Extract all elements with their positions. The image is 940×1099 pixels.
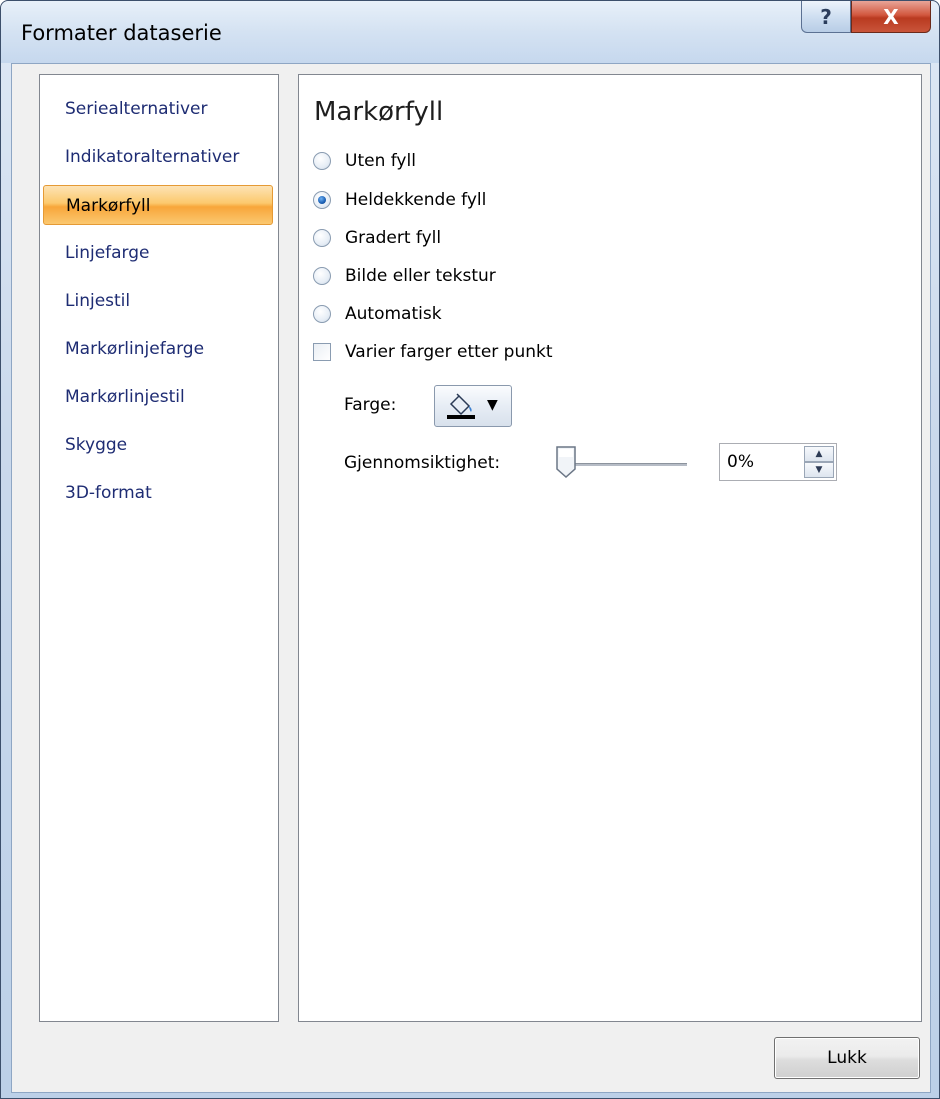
radio-label: Bilde eller tekstur: [345, 266, 496, 286]
vary-colors-checkbox[interactable]: [313, 343, 331, 361]
panel-title: Markørfyll: [314, 97, 444, 127]
close-icon: X: [883, 4, 899, 29]
spin-up-button[interactable]: ▲: [804, 446, 834, 462]
radio-button[interactable]: [313, 229, 331, 247]
radio-label: Automatisk: [345, 304, 442, 324]
color-label: Farge:: [344, 395, 397, 415]
close-dialog-button[interactable]: Lukk: [774, 1037, 920, 1079]
window-close-button[interactable]: X: [851, 1, 931, 33]
chevron-up-icon: ▲: [815, 449, 823, 459]
radio-button[interactable]: [313, 152, 331, 170]
radio-button-selected[interactable]: [313, 191, 331, 209]
radio-automatisk[interactable]: Automatisk: [313, 301, 442, 327]
radio-label: Uten fyll: [345, 151, 416, 171]
transparency-label: Gjennomsiktighet:: [344, 453, 501, 473]
radio-button[interactable]: [313, 267, 331, 285]
dialog-title: Formater dataserie: [21, 21, 222, 45]
category-list: Seriealternativer Indikatoralternativer …: [39, 74, 279, 1022]
help-button[interactable]: ?: [801, 1, 851, 33]
radio-uten-fyll[interactable]: Uten fyll: [313, 148, 416, 174]
radio-heldekkende-fyll[interactable]: Heldekkende fyll: [313, 187, 486, 213]
nav-item-seriealternativer[interactable]: Seriealternativer: [43, 89, 273, 129]
paint-bucket-icon: [447, 393, 475, 419]
spin-down-button[interactable]: ▼: [804, 462, 834, 478]
radio-button[interactable]: [313, 305, 331, 323]
help-icon: ?: [820, 4, 832, 29]
transparency-slider-track[interactable]: [561, 463, 687, 466]
radio-label: Gradert fyll: [345, 228, 442, 248]
vary-colors-label: Varier farger etter punkt: [345, 342, 553, 362]
radio-bilde-eller-tekstur[interactable]: Bilde eller tekstur: [313, 263, 496, 289]
vary-colors-option[interactable]: Varier farger etter punkt: [313, 339, 553, 365]
radio-gradert-fyll[interactable]: Gradert fyll: [313, 225, 441, 251]
transparency-spin-field[interactable]: 0% ▲ ▼: [719, 443, 837, 481]
spin-buttons: ▲ ▼: [804, 446, 834, 478]
title-bar[interactable]: Formater dataserie ? X: [1, 1, 939, 63]
dialog-body: Seriealternativer Indikatoralternativer …: [11, 63, 931, 1093]
nav-item-3d-format[interactable]: 3D-format: [43, 473, 273, 513]
options-panel: Markørfyll Uten fyll Heldekkende fyll Gr…: [298, 74, 922, 1022]
nav-item-markorlinjefarge[interactable]: Markørlinjefarge: [43, 329, 273, 369]
chevron-down-icon: ▼: [815, 465, 823, 475]
nav-item-linjefarge[interactable]: Linjefarge: [43, 233, 273, 273]
nav-item-skygge[interactable]: Skygge: [43, 425, 273, 465]
radio-label: Heldekkende fyll: [345, 190, 487, 210]
transparency-value: 0%: [727, 452, 754, 472]
nav-item-indikatoralternativer[interactable]: Indikatoralternativer: [43, 137, 273, 177]
fill-color-dropdown[interactable]: ▼: [434, 385, 512, 427]
nav-item-markorlinjestil[interactable]: Markørlinjestil: [43, 377, 273, 417]
nav-item-linjestil[interactable]: Linjestil: [43, 281, 273, 321]
chevron-down-icon: ▼: [487, 397, 498, 413]
nav-item-markorfyll[interactable]: Markørfyll: [43, 185, 273, 225]
transparency-slider-thumb[interactable]: [555, 445, 577, 479]
dialog-window: Formater dataserie ? X Seriealternativer…: [0, 0, 940, 1099]
